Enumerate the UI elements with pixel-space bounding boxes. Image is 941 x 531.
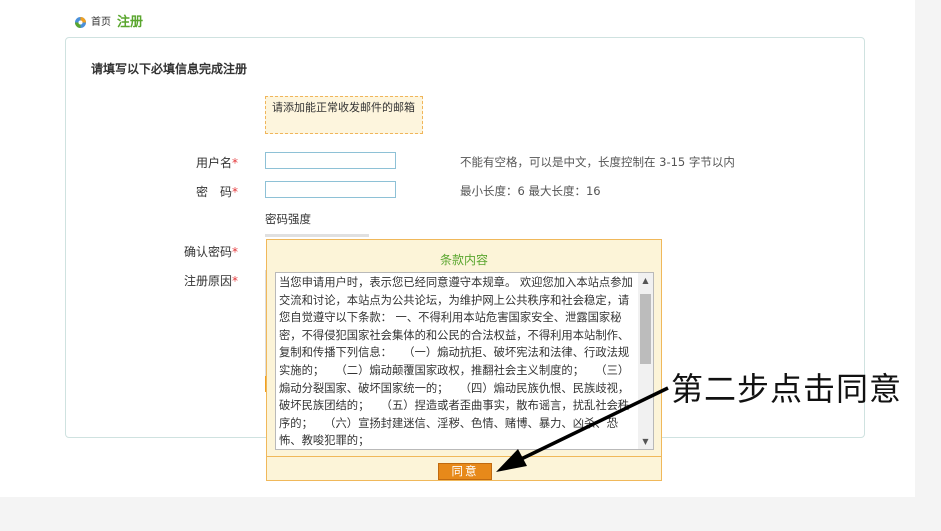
required-mark: * — [232, 185, 238, 199]
terms-modal-title: 条款内容 — [439, 253, 488, 267]
password-label: 密 码* — [108, 183, 238, 200]
modal-divider — [267, 456, 661, 457]
required-mark: * — [232, 156, 238, 170]
username-label-text: 用户名 — [195, 156, 232, 170]
username-input[interactable] — [265, 152, 396, 169]
agree-button[interactable]: 同意 — [438, 463, 492, 480]
register-reason-label-text: 注册原因 — [183, 274, 232, 288]
page-bottom-background — [0, 497, 941, 531]
password-strength-bar — [265, 234, 369, 237]
required-mark: * — [232, 245, 238, 259]
password-label-text: 密 码 — [195, 185, 232, 199]
confirm-password-label: 确认密码* — [108, 243, 238, 260]
email-notice: 请添加能正常收发邮件的邮箱 — [265, 96, 423, 134]
terms-modal: 条款内容 当您申请用户时，表示您已经同意遵守本规章。 欢迎您加入本站点参加交流和… — [266, 239, 662, 481]
terms-content: 当您申请用户时，表示您已经同意遵守本规章。 欢迎您加入本站点参加交流和讨论，本站… — [279, 276, 633, 448]
username-hint: 不能有空格，可以是中文，长度控制在 3-15 字节以内 — [460, 155, 735, 169]
register-reason-label: 注册原因* — [108, 272, 238, 289]
username-label: 用户名* — [108, 154, 238, 171]
scroll-thumb[interactable] — [640, 294, 651, 364]
breadcrumb-home-link[interactable]: 首页 — [91, 13, 111, 28]
annotation-text: 第二步点击同意 — [671, 370, 903, 408]
password-hint: 最小长度：6 最大长度：16 — [460, 184, 601, 198]
scroll-up-arrow-icon[interactable]: ▲ — [638, 273, 653, 288]
breadcrumb-current: 注册 — [117, 14, 144, 30]
terms-scrollbar[interactable]: ▲ ▼ — [638, 273, 653, 449]
home-icon[interactable] — [74, 14, 87, 28]
confirm-password-label-text: 确认密码 — [183, 245, 232, 259]
scroll-down-arrow-icon[interactable]: ▼ — [638, 434, 653, 449]
breadcrumb: 首页 注册 — [74, 10, 143, 30]
page-side-background — [915, 0, 941, 531]
required-mark: * — [232, 274, 238, 288]
terms-textarea[interactable]: 当您申请用户时，表示您已经同意遵守本规章。 欢迎您加入本站点参加交流和讨论，本站… — [275, 272, 654, 450]
form-title: 请填写以下必填信息完成注册 — [91, 62, 248, 76]
password-strength-label: 密码强度 — [265, 212, 311, 226]
password-input[interactable] — [265, 181, 396, 198]
